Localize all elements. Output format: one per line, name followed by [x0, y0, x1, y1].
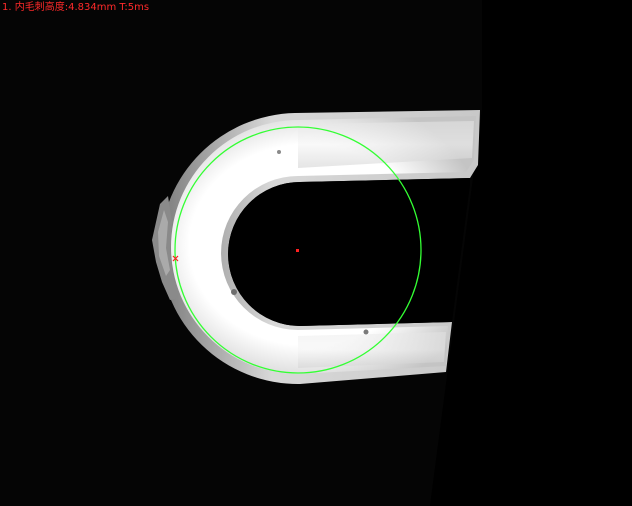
measurement-readout: 1. 内毛刺高度:4.834mm T:5ms — [2, 2, 150, 13]
part-bottom-bar — [298, 332, 446, 368]
inspection-image-viewer: 1. 内毛刺高度:4.834mm T:5ms — [0, 0, 632, 506]
surface-speck — [231, 289, 237, 295]
surface-speck — [277, 150, 281, 154]
circle-center-marker — [296, 249, 299, 252]
camera-image — [0, 0, 632, 506]
surface-speck — [363, 329, 369, 335]
part-inner-slot — [228, 178, 470, 326]
